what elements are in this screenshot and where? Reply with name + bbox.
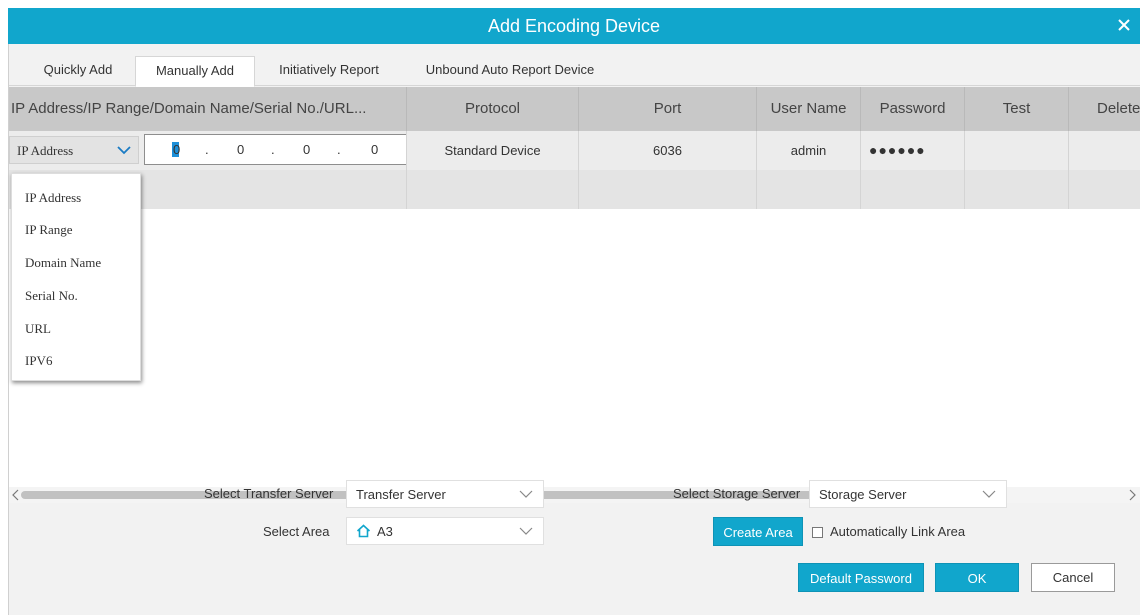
table-row: IP Address 0 . 0 . 0 . 0 Standard Device (9, 131, 1140, 170)
empty-cell (407, 170, 579, 209)
ip-octet-2[interactable]: 0 (237, 135, 244, 164)
scroll-left-icon[interactable] (11, 489, 21, 501)
auto-link-area-checkbox[interactable] (812, 527, 823, 538)
home-icon (356, 524, 371, 538)
option-serial-no[interactable]: Serial No. (25, 288, 78, 304)
column-test: Test (965, 87, 1069, 131)
ip-address-input[interactable]: 0 . 0 . 0 . 0 (144, 134, 406, 165)
tab-initiatively-report[interactable]: Initiatively Report (259, 56, 399, 87)
address-type-value: IP Address (17, 143, 74, 158)
chevron-down-icon (982, 490, 996, 498)
option-domain-name[interactable]: Domain Name (25, 255, 101, 271)
column-delete: Delete (1097, 100, 1140, 117)
tab-bar: Quickly Add Manually Add Initiatively Re… (9, 56, 1140, 87)
delete-cell[interactable] (1069, 131, 1140, 170)
chevron-down-icon (519, 527, 533, 535)
dialog-title: Add Encoding Device (487, 16, 661, 36)
dialog-body: Quickly Add Manually Add Initiatively Re… (8, 44, 1140, 615)
column-user-name: User Name (757, 87, 861, 131)
storage-server-value: Storage Server (819, 487, 907, 502)
user-name-cell[interactable]: admin (757, 131, 861, 170)
port-cell[interactable]: 6036 (579, 131, 757, 170)
chevron-down-icon (519, 490, 533, 498)
column-port: Port (579, 87, 757, 131)
close-icon[interactable] (1116, 17, 1132, 33)
ip-dot: . (205, 142, 209, 157)
storage-server-label: Select Storage Server (673, 486, 801, 501)
tab-unbound-auto-report[interactable]: Unbound Auto Report Device (407, 56, 613, 87)
ip-octet-1[interactable]: 0 (173, 135, 180, 164)
area-select[interactable]: A3 (346, 517, 544, 545)
tab-manually-add[interactable]: Manually Add (135, 56, 255, 87)
protocol-cell[interactable]: Standard Device (407, 131, 579, 170)
transfer-server-value: Transfer Server (356, 487, 446, 502)
area-value: A3 (377, 524, 393, 539)
test-cell[interactable] (965, 131, 1069, 170)
transfer-server-label: Select Transfer Server (204, 486, 334, 501)
dialog-titlebar: Add Encoding Device (8, 8, 1140, 44)
address-type-select[interactable]: IP Address (9, 136, 139, 164)
column-address: IP Address/IP Range/Domain Name/Serial N… (9, 87, 407, 131)
option-ip-address[interactable]: IP Address (25, 190, 81, 206)
option-ip-range[interactable]: IP Range (25, 222, 73, 238)
table-row-empty (9, 170, 1140, 209)
option-ipv6[interactable]: IPV6 (25, 353, 52, 369)
tab-quickly-add[interactable]: Quickly Add (23, 56, 133, 87)
scroll-right-icon[interactable] (1127, 489, 1137, 501)
ip-dot: . (337, 142, 341, 157)
storage-server-select[interactable]: Storage Server (809, 480, 1007, 508)
empty-cell (757, 170, 861, 209)
ip-octet-3[interactable]: 0 (303, 135, 310, 164)
chevron-down-icon (117, 146, 131, 155)
area-label: Select Area (263, 524, 330, 539)
table-header: IP Address/IP Range/Domain Name/Serial N… (9, 87, 1140, 131)
address-type-dropdown: IP Address IP Range Domain Name Serial N… (11, 173, 141, 381)
ok-button[interactable]: OK (935, 563, 1019, 592)
empty-cell (579, 170, 757, 209)
ip-dot: . (271, 142, 275, 157)
option-url[interactable]: URL (25, 321, 51, 337)
transfer-server-select[interactable]: Transfer Server (346, 480, 544, 508)
ip-octet-4[interactable]: 0 (371, 135, 378, 164)
empty-cell (965, 170, 1069, 209)
column-password: Password (861, 87, 965, 131)
auto-link-area-label[interactable]: Automatically Link Area (830, 524, 965, 539)
default-password-button[interactable]: Default Password (798, 563, 924, 592)
column-protocol: Protocol (407, 87, 579, 131)
device-table: IP Address/IP Range/Domain Name/Serial N… (9, 87, 1140, 503)
cancel-button[interactable]: Cancel (1031, 563, 1115, 592)
address-cell: IP Address 0 . 0 . 0 . 0 (9, 131, 407, 170)
password-cell[interactable]: ●●●●●● (861, 131, 965, 170)
empty-cell (861, 170, 965, 209)
create-area-button[interactable]: Create Area (713, 517, 803, 546)
